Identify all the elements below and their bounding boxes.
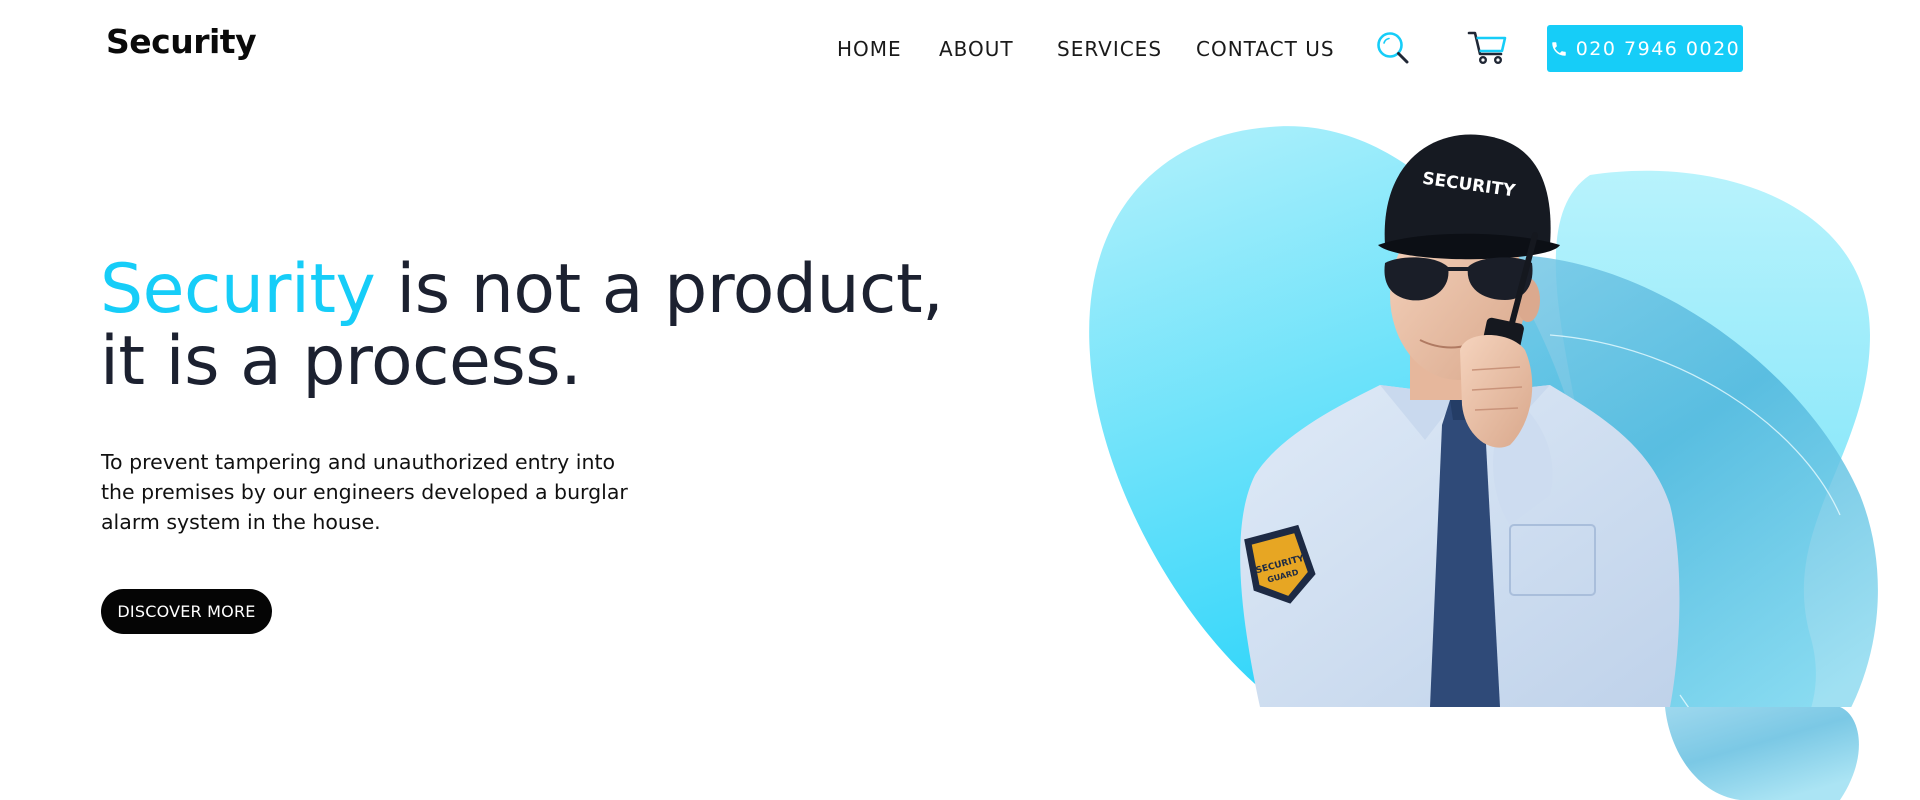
nav-services[interactable]: SERVICES [1057,37,1162,61]
discover-more-button[interactable]: DISCOVER MORE [101,589,272,634]
security-guard-image: SECURITY GUARD SECURITY [1080,126,1920,800]
headline-accent: Security [100,250,376,329]
site-header: Security HOME ABOUT SERVICES CONTACT US … [0,0,1920,100]
brand-logo[interactable]: Security [106,22,257,61]
nav-about[interactable]: ABOUT [939,37,1014,61]
phone-number: 020 7946 0020 [1575,37,1741,60]
nav-contact-us[interactable]: CONTACT US [1196,37,1335,61]
nav-home[interactable]: HOME [837,37,902,61]
hero-illustration: SECURITY GUARD SECURITY [1080,95,1920,800]
hero-description: To prevent tampering and unauthorized en… [101,450,628,534]
cart-icon[interactable] [1467,30,1509,70]
search-icon[interactable] [1376,31,1410,69]
phone-icon [1551,41,1566,56]
phone-button[interactable]: 020 7946 0020 [1547,25,1743,72]
hero-headline: Security is not a product, it is a proce… [100,254,1000,398]
